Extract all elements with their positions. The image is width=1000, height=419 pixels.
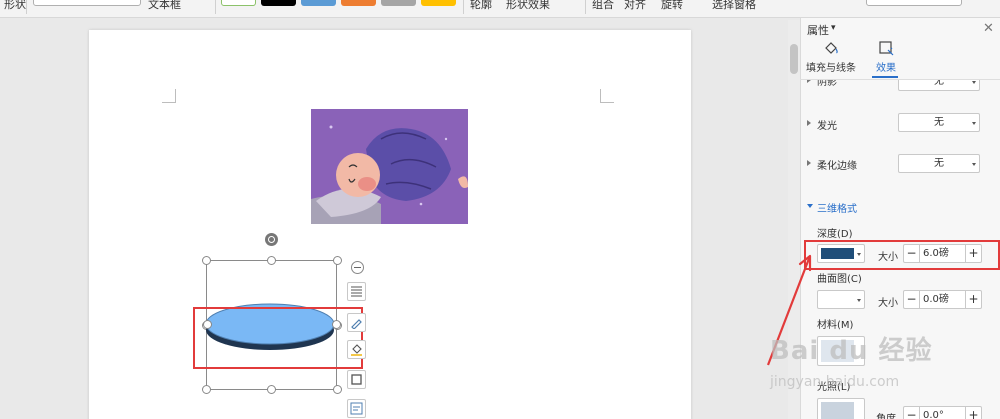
text-wrap-icon[interactable] [347,399,366,418]
style-swatch-1[interactable] [221,0,256,6]
select-pane-button[interactable]: 选择窗格 [712,0,756,12]
dropdown-arrow-icon [972,81,976,84]
contour-size-value[interactable]: 0.0磅 [921,291,964,308]
outline-pen-icon[interactable] [347,313,366,332]
toolbar-size-input[interactable] [866,0,962,6]
active-tab-indicator [872,76,898,78]
decrement-button[interactable]: − [904,291,920,308]
contour-size-stepper[interactable]: − 0.0磅 + [903,290,982,309]
toolbar-separator [215,0,216,14]
contour-color-chip [821,294,854,305]
expand-caret-icon[interactable] [807,80,811,83]
panel-title: 属性 [807,24,829,37]
rotate-button[interactable]: 旋转 [661,0,683,12]
tab-label: 效果 [876,63,896,74]
sleeping-cartoon-picture[interactable] [311,109,468,224]
soft-edges-label: 柔化边缘 [817,161,857,172]
style-swatch-6[interactable] [421,0,456,6]
shape-effects-button[interactable]: 形状效果 [506,0,550,12]
resize-handle[interactable] [202,256,211,265]
scrollbar-thumb[interactable] [790,44,798,74]
expand-caret-icon[interactable] [807,160,811,166]
layout-options-icon[interactable] [347,282,366,301]
lighting-preview [821,402,854,419]
depth-highlight-box [804,240,1000,270]
margin-corner-mark [162,89,176,103]
contour-color-dropdown[interactable] [817,290,865,309]
align-button[interactable]: 对齐 [624,0,646,12]
glow-label: 发光 [817,121,837,132]
angle-stepper[interactable]: − 0.0° + [903,406,982,419]
angle-value[interactable]: 0.0° [921,407,964,419]
style-swatch-3[interactable] [301,0,336,6]
rotate-handle-icon[interactable] [265,233,278,246]
toolbar-separator [26,0,27,14]
dropdown-value: 无 [934,117,944,128]
margin-corner-mark [600,89,614,103]
collapse-toolbar-icon[interactable] [351,261,364,274]
dropdown-arrow-icon [972,163,976,166]
material-label: 材料(M) [817,320,854,331]
tab-effects[interactable]: 效果 [856,40,916,74]
shadow-dropdown[interactable]: 无 [898,80,980,91]
resize-handle[interactable] [333,256,342,265]
style-swatch-4[interactable] [341,0,376,6]
lighting-dropdown[interactable] [817,398,865,419]
increment-button[interactable]: + [965,291,981,308]
shape-gallery-box[interactable] [33,0,141,6]
resize-handle[interactable] [267,256,276,265]
contour-size-label: 大小 [878,298,898,309]
paint-bucket-icon [825,42,838,54]
depth-label: 深度(D) [817,229,853,240]
dropdown-arrow-icon [972,122,976,125]
resize-handle[interactable] [333,385,342,394]
outline-button[interactable]: 轮廓 [470,0,492,12]
expand-caret-icon[interactable] [807,120,811,126]
glow-dropdown[interactable]: 无 [898,113,980,132]
dropdown-value: 无 [934,80,944,87]
tab-label: 填充与线条 [806,63,856,74]
contour-label: 曲面图(C) [817,274,862,285]
style-swatch-2[interactable] [261,0,296,6]
dropdown-arrow-icon [857,299,861,302]
shadow-label: 阴影 [817,80,837,88]
tab-fill-line[interactable]: 填充与线条 [801,40,861,74]
watermark-url: jingyan.baidu.com [770,374,900,390]
style-swatch-5[interactable] [381,0,416,6]
toolbar-separator [585,0,586,14]
shadow-row-clip: 阴影 无 [800,80,988,92]
crop-frame-icon[interactable] [347,370,366,389]
fill-bucket-icon[interactable] [347,340,366,359]
text-box-button[interactable]: 文本框 [148,0,181,12]
collapse-caret-icon[interactable] [807,204,813,208]
toolbar-separator [463,0,464,14]
combine-button[interactable]: 组合 [592,0,614,12]
dropdown-value: 无 [934,158,944,169]
decrement-button[interactable]: − [904,407,920,419]
shape-fill-label[interactable]: 形状 [4,0,26,12]
soft-edges-dropdown[interactable]: 无 [898,154,980,173]
shape-highlight-box [193,307,363,369]
format-3d-title[interactable]: 三维格式 [817,200,857,215]
increment-button[interactable]: + [965,407,981,419]
resize-handle[interactable] [267,385,276,394]
angle-label: 角度 [876,410,896,419]
effects-icon [879,41,894,56]
close-icon[interactable]: ✕ [983,21,994,36]
resize-handle[interactable] [202,385,211,394]
ribbon-toolbar: 形状 文本框 轮廓 形状效果 组合 对齐 旋转 选择窗格 [0,0,1000,18]
watermark-brand: Bai du 经验 [770,336,933,366]
panel-title-chevron-icon[interactable]: ▾ [831,23,836,33]
